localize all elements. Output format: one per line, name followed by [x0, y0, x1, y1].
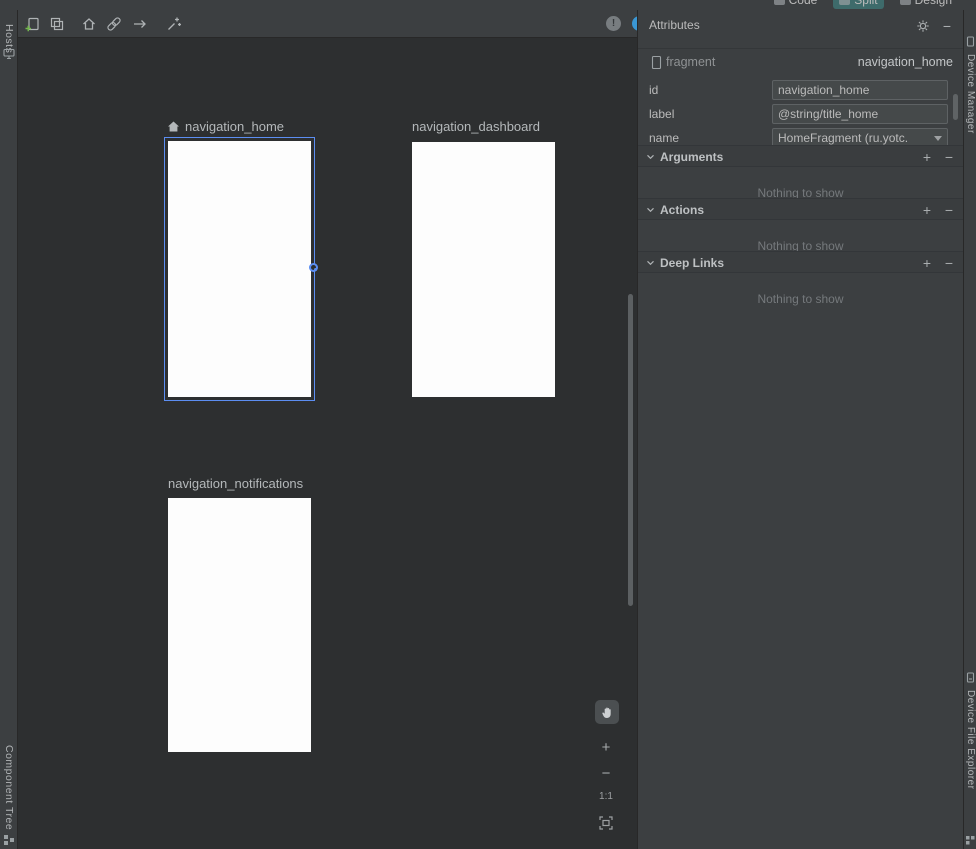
add-argument-icon[interactable]: + [921, 149, 933, 165]
toolwindow-device-manager[interactable]: Device Manager [965, 54, 976, 134]
attributes-panel-title: Attributes [649, 18, 700, 32]
fragment-header-home[interactable]: navigation_home [167, 118, 284, 134]
fragment-screen-home [168, 141, 311, 397]
fragment-preview-home[interactable] [164, 137, 315, 401]
remove-action-icon[interactable]: − [943, 202, 955, 218]
fragment-label-dashboard: navigation_dashboard [412, 119, 540, 134]
id-input[interactable] [772, 80, 948, 100]
zoom-out-button[interactable]: − [598, 765, 614, 781]
section-deep-links-title: Deep Links [660, 256, 724, 270]
component-tree-icon[interactable] [3, 834, 15, 846]
device-manager-icon[interactable] [965, 36, 976, 47]
editor-mode-tabs: Code Split Design [768, 0, 958, 9]
fragment-label-notifications: navigation_notifications [168, 476, 303, 491]
action-connection-handle[interactable] [309, 263, 318, 272]
zoom-to-fit-icon [599, 816, 613, 830]
duplicate-destination-icon[interactable] [48, 15, 66, 33]
fragment-preview-dashboard[interactable] [412, 142, 555, 397]
divider [638, 48, 963, 49]
section-arguments-title: Arguments [660, 150, 723, 164]
name-field-label: name [649, 131, 679, 145]
issues-indicator-icon[interactable]: ! [606, 16, 621, 31]
label-field-label: label [649, 107, 674, 121]
fragment-label-home: navigation_home [185, 119, 284, 134]
hosts-monitor-icon[interactable] [3, 48, 15, 60]
tab-code-label: Code [789, 0, 818, 7]
toolwindow-component-tree[interactable]: Component Tree [3, 745, 15, 830]
new-destination-icon[interactable] [24, 15, 42, 33]
pan-hand-button[interactable] [595, 700, 619, 724]
remove-deep-link-icon[interactable]: − [943, 255, 955, 271]
chevron-down-icon[interactable] [646, 260, 655, 266]
left-toolwindow-stripe: Hosts Component Tree [0, 10, 18, 849]
hide-panel-icon[interactable]: − [939, 18, 955, 34]
split-icon [839, 0, 850, 5]
nav-graph-canvas[interactable]: navigation_home navigation_dashboard nav… [18, 38, 637, 849]
fragment-preview-notifications[interactable] [168, 498, 311, 752]
zoom-level-indicator[interactable]: 1:1 [594, 791, 618, 802]
fragment-header-notifications[interactable]: navigation_notifications [168, 475, 303, 491]
zoom-to-fit-button[interactable] [598, 815, 614, 831]
auto-arrange-icon[interactable] [165, 15, 183, 33]
design-icon [900, 0, 911, 5]
assign-start-destination-icon[interactable] [80, 15, 98, 33]
code-icon [774, 0, 785, 5]
section-arguments-header[interactable]: Arguments + − [638, 145, 963, 167]
toolwindow-device-file-explorer[interactable]: Device File Explorer [965, 690, 976, 789]
remove-argument-icon[interactable]: − [943, 149, 955, 165]
section-actions-title: Actions [660, 203, 704, 217]
hand-icon [600, 705, 615, 720]
start-destination-home-icon [167, 120, 180, 133]
device-file-explorer-icon[interactable] [965, 672, 976, 683]
right-toolwindow-stripe: Device Manager Device File Explorer [963, 10, 976, 849]
gear-icon[interactable] [915, 18, 931, 34]
name-combobox-value: HomeFragment (ru.yotc. [778, 131, 908, 145]
add-deep-link-icon[interactable]: + [921, 255, 933, 271]
chevron-down-icon[interactable] [646, 207, 655, 213]
chevron-down-icon[interactable] [646, 154, 655, 160]
id-field-label: id [649, 83, 658, 97]
tab-design-label: Design [915, 0, 952, 7]
deep-links-empty-text: Nothing to show [638, 292, 963, 306]
fragment-icon [651, 55, 662, 70]
add-action-arrow-icon[interactable] [131, 15, 149, 33]
zoom-in-button[interactable]: + [598, 739, 614, 755]
chevron-down-icon [934, 136, 942, 141]
corner-grid-icon[interactable] [965, 835, 976, 846]
section-deep-links-header[interactable]: Deep Links + − [638, 251, 963, 273]
top-strip: Code Split Design [0, 0, 976, 10]
selected-element-row: fragment navigation_home [638, 54, 963, 72]
section-actions-header[interactable]: Actions + − [638, 198, 963, 220]
nav-editor-toolbar: ! ? [18, 10, 637, 38]
tab-design[interactable]: Design [894, 0, 958, 9]
element-id-value: navigation_home [858, 55, 953, 69]
deep-link-icon[interactable] [105, 15, 123, 33]
tab-code[interactable]: Code [768, 0, 824, 9]
add-action-icon[interactable]: + [921, 202, 933, 218]
attributes-panel: Attributes − fragment navigation_home id… [637, 10, 963, 849]
tab-split[interactable]: Split [833, 0, 883, 9]
panel-scrollbar[interactable] [953, 94, 958, 120]
canvas-vertical-scrollbar[interactable] [628, 294, 633, 606]
fragment-header-dashboard[interactable]: navigation_dashboard [412, 118, 540, 134]
tab-split-label: Split [854, 0, 877, 7]
element-type-label: fragment [666, 55, 715, 69]
label-input[interactable] [772, 104, 948, 124]
